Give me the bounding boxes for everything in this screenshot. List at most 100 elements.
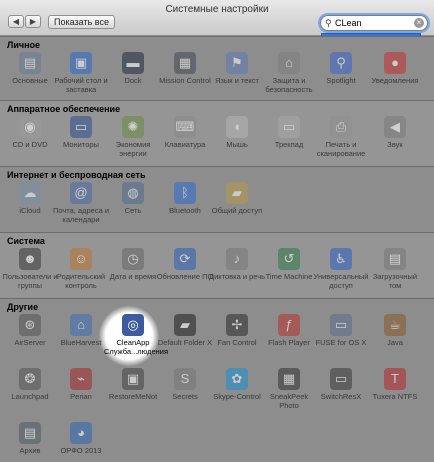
- pref-item[interactable]: ◖ Мышь: [208, 116, 266, 149]
- pref-item[interactable]: ◕ ОРФО 2013: [52, 422, 110, 455]
- pref-item-label: Java: [387, 338, 403, 347]
- pref-item[interactable]: ▦ SneakPeek Photo: [260, 368, 318, 410]
- show-all-button[interactable]: Показать все: [48, 15, 115, 29]
- pref-item[interactable]: ▰ Общий доступ: [208, 182, 266, 215]
- back-button[interactable]: ◀: [8, 15, 24, 28]
- pref-item-label: ОРФО 2013: [60, 446, 102, 455]
- pref-item[interactable]: ↺ Time Machine: [260, 248, 318, 281]
- pref-item[interactable]: ⌂ Защита и безопасность: [260, 52, 318, 94]
- pref-item[interactable]: ⚲ Spotlight: [312, 52, 370, 85]
- section-title: Личное: [7, 40, 41, 50]
- pref-item-label: Сеть: [124, 206, 142, 215]
- orfo-icon: ◕: [70, 422, 92, 444]
- pref-item[interactable]: ◎ CleanApp Служба...людения: [104, 314, 168, 356]
- cleanapp-icon: ◎: [122, 314, 144, 336]
- pref-item[interactable]: ⎙ Печать и сканирование: [312, 116, 370, 158]
- pref-item[interactable]: ✺ Экономия энергии: [104, 116, 162, 158]
- bulb-icon: ✺: [122, 116, 144, 138]
- pref-item-label: Дата и время: [109, 272, 157, 281]
- pref-item[interactable]: ▬ Dock: [104, 52, 162, 85]
- pref-item[interactable]: ▤ Загрузочный том: [366, 248, 424, 290]
- pref-item[interactable]: ◀ Звук: [366, 116, 424, 149]
- pref-item[interactable]: ƒ Flash Player: [260, 314, 318, 347]
- pref-item[interactable]: ✿ Skype-Control: [208, 368, 266, 401]
- pref-item[interactable]: ⌨ Клавиатура: [156, 116, 214, 149]
- pref-item[interactable]: ⌂ BlueHarvest: [52, 314, 110, 347]
- search-input[interactable]: CLean: [335, 18, 362, 28]
- pref-item-label: Secrets: [172, 392, 198, 401]
- pref-item[interactable]: ⊛ AirServer: [1, 314, 59, 347]
- pref-item-label: Мышь: [226, 140, 248, 149]
- pref-item-label: Мониторы: [63, 140, 99, 149]
- fan-icon: ✢: [226, 314, 248, 336]
- pref-item[interactable]: ♿ Универсальный доступ: [312, 248, 370, 290]
- pref-item[interactable]: ◷ Дата и время: [104, 248, 162, 281]
- default-folder-icon: ▰: [174, 314, 196, 336]
- pref-item[interactable]: ⌁ Perian: [52, 368, 110, 401]
- pref-item-label: Звук: [387, 140, 403, 149]
- pref-item[interactable]: T Tuxera NTFS: [366, 368, 424, 401]
- pref-item-label: Spotlight: [326, 76, 356, 85]
- pref-item[interactable]: ▤ Архив: [1, 422, 59, 455]
- pref-item[interactable]: ▭ Мониторы: [52, 116, 110, 149]
- pref-item[interactable]: ▭ SwitchResX: [312, 368, 370, 401]
- pref-item[interactable]: ⟳ Обновление ПО: [156, 248, 214, 281]
- pref-item-label: Fan Control: [217, 338, 257, 347]
- airserver-icon: ⊛: [19, 314, 41, 336]
- house-lock-icon: ⌂: [278, 52, 300, 74]
- cloud-icon: ☁: [19, 182, 41, 204]
- restoremenot-icon: ▣: [122, 368, 144, 390]
- pref-item[interactable]: ❂ Launchpad: [1, 368, 59, 401]
- clear-search-icon[interactable]: ×: [414, 18, 424, 28]
- pref-item-label: BlueHarvest: [60, 338, 102, 347]
- bluetooth-icon: ᛒ: [174, 182, 196, 204]
- pref-item[interactable]: ▣ RestoreMeNot: [104, 368, 162, 401]
- pref-item[interactable]: ☻ Пользователи и группы: [1, 248, 59, 290]
- time-machine-icon: ↺: [278, 248, 300, 270]
- pref-item[interactable]: ⚑ Язык и текст: [208, 52, 266, 85]
- pref-item[interactable]: ▣ Рабочий стол и заставка: [52, 52, 110, 94]
- pref-item-label: Perian: [70, 392, 92, 401]
- pref-item[interactable]: ☕ Java: [366, 314, 424, 347]
- update-icon: ⟳: [174, 248, 196, 270]
- pref-item-label: Dock: [124, 76, 142, 85]
- pref-item-label: RestoreMeNot: [108, 392, 158, 401]
- pref-item[interactable]: ● Уведомления: [366, 52, 424, 85]
- pref-item[interactable]: @ Почта, адреса и календари: [52, 182, 110, 224]
- fuse-icon: ▭: [330, 314, 352, 336]
- pref-item-label: Экономия энергии: [115, 140, 151, 158]
- blueharvest-icon: ⌂: [70, 314, 92, 336]
- chevron-right-icon: ▶: [29, 17, 37, 26]
- pref-item-label: Flash Player: [268, 338, 310, 347]
- forward-button[interactable]: ▶: [25, 15, 41, 28]
- pref-item[interactable]: ☁ iCloud: [1, 182, 59, 215]
- pref-item[interactable]: ▤ Основные: [1, 52, 59, 85]
- at-icon: @: [70, 182, 92, 204]
- pref-item[interactable]: ☺ Родительский контроль: [52, 248, 110, 290]
- pref-item[interactable]: ᛒ Bluetooth: [156, 182, 214, 215]
- pref-item[interactable]: ✢ Fan Control: [208, 314, 266, 347]
- pref-item[interactable]: ▭ Трекпад: [260, 116, 318, 149]
- pref-item-label: Трекпад: [274, 140, 304, 149]
- keyboard-icon: ⌨: [174, 116, 196, 138]
- pref-item[interactable]: ▭ FUSE for OS X: [312, 314, 370, 347]
- pref-item[interactable]: ◉ CD и DVD: [1, 116, 59, 149]
- speaker-icon: ◀: [384, 116, 406, 138]
- search-icon: ⚲: [325, 18, 332, 28]
- pref-item-label: Защита и безопасность: [265, 76, 313, 94]
- pref-item-label: Печать и сканирование: [316, 140, 366, 158]
- system-preferences-window: Системные настройки ◀ ▶ Показать все ⚲ C…: [0, 0, 434, 462]
- pref-item[interactable]: ▦ Mission Control: [156, 52, 214, 85]
- disc-icon: ◉: [19, 116, 41, 138]
- general-icon: ▤: [19, 52, 41, 74]
- search-field[interactable]: ⚲ CLean ×: [320, 15, 428, 31]
- skype-control-icon: ✿: [226, 368, 248, 390]
- pref-item[interactable]: S Secrets: [156, 368, 214, 401]
- pref-item-label: iCloud: [19, 206, 41, 215]
- pref-item[interactable]: ▰ Default Folder X: [156, 314, 214, 347]
- tuxera-icon: T: [384, 368, 406, 390]
- pref-item[interactable]: ♪ Диктовка и речь: [208, 248, 266, 281]
- section-title: Интернет и беспроводная сеть: [7, 170, 146, 180]
- spotlight-icon: ⚲: [330, 52, 352, 74]
- pref-item[interactable]: ◍ Сеть: [104, 182, 162, 215]
